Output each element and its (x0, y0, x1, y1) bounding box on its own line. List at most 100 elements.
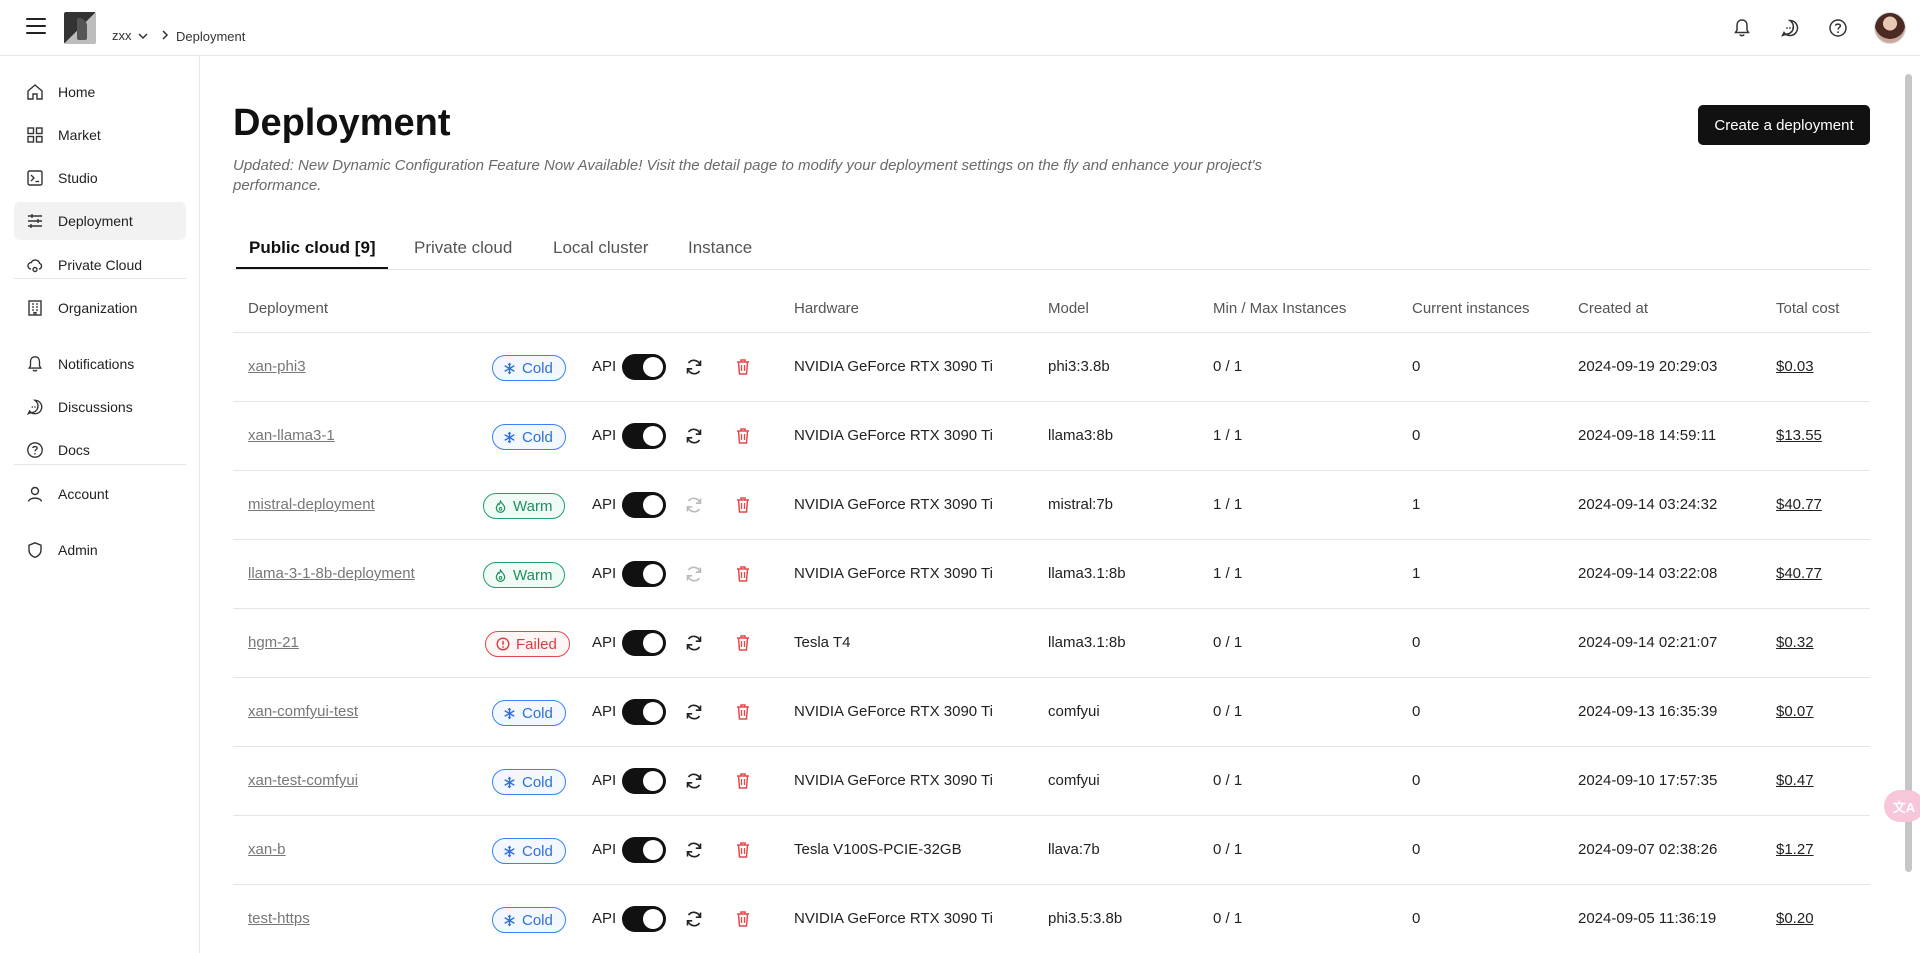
model-cell: comfyui (1048, 703, 1100, 720)
breadcrumb[interactable]: Deployment (176, 29, 245, 44)
help-icon[interactable] (1826, 16, 1850, 40)
api-label: API (592, 427, 617, 444)
api-toggle[interactable] (622, 906, 666, 932)
create-deployment-button[interactable]: Create a deployment (1698, 105, 1870, 145)
deployment-name-link[interactable]: xan-llama3-1 (248, 427, 335, 444)
sidebar-item-deployment[interactable]: Deployment (14, 202, 186, 240)
bell-icon[interactable] (1730, 16, 1754, 40)
trash-icon[interactable] (734, 909, 752, 929)
total-cost-link[interactable]: $1.27 (1776, 841, 1814, 858)
refresh-icon[interactable] (684, 909, 704, 929)
sidebar-item-account[interactable]: Account (14, 475, 186, 513)
trash-icon[interactable] (734, 357, 752, 377)
trash-icon[interactable] (734, 702, 752, 722)
total-cost-link[interactable]: $40.77 (1776, 565, 1822, 582)
sidebar-item-studio[interactable]: Studio (14, 159, 186, 197)
refresh-icon[interactable] (684, 633, 704, 653)
chat-icon[interactable] (1778, 16, 1802, 40)
sidebar-item-discussions[interactable]: Discussions (14, 388, 186, 426)
app-logo[interactable] (64, 12, 96, 44)
deployment-name-link[interactable]: xan-phi3 (248, 358, 306, 375)
api-toggle[interactable] (622, 699, 666, 725)
refresh-icon[interactable] (684, 702, 704, 722)
model-cell: phi3.5:3.8b (1048, 910, 1123, 927)
table-body: xan-phi3 Cold API NVIDIA GeForce RTX 3090 T… (233, 333, 1870, 953)
refresh-icon[interactable] (684, 564, 704, 584)
tab-private-cloud[interactable]: Private cloud (414, 238, 512, 258)
total-cost-link[interactable]: $13.55 (1776, 427, 1822, 444)
instances-cell: 0 / 1 (1213, 358, 1243, 375)
deployment-name-link[interactable]: xan-test-comfyui (248, 772, 358, 789)
total-cost-link[interactable]: $0.20 (1776, 910, 1814, 927)
tab-instance[interactable]: Instance (688, 238, 752, 258)
current-instances-cell: 0 (1412, 703, 1421, 720)
trash-icon[interactable] (734, 840, 752, 860)
refresh-icon[interactable] (684, 771, 704, 791)
deployment-name-link[interactable]: test-https (248, 910, 310, 927)
current-instances-cell: 0 (1412, 634, 1421, 651)
workspace-selector[interactable]: zxx (112, 28, 148, 43)
deployment-name-link[interactable]: llama-3-1-8b-deployment (248, 565, 415, 582)
sidebar-item-label: Home (58, 84, 96, 100)
created-at-cell: 2024-09-19 20:29:03 (1578, 358, 1718, 375)
refresh-icon[interactable] (684, 426, 704, 446)
refresh-icon[interactable] (684, 840, 704, 860)
sidebar-divider (14, 464, 186, 465)
column-header-hardware: Hardware (794, 300, 860, 317)
help-icon (27, 442, 43, 458)
deployment-name-link[interactable]: mistral-deployment (248, 496, 375, 513)
total-cost-link[interactable]: $0.03 (1776, 358, 1814, 375)
trash-icon[interactable] (734, 564, 752, 584)
current-instances-cell: 1 (1412, 565, 1421, 582)
avatar[interactable] (1874, 12, 1906, 44)
table-row: hgm-21 Failed API Tesla T4 llama3.1:8b 0 / 1 0… (233, 609, 1870, 678)
refresh-icon[interactable] (684, 357, 704, 377)
total-cost-link[interactable]: $0.47 (1776, 772, 1814, 789)
sidebar-item-notifications[interactable]: Notifications (14, 345, 186, 383)
total-cost-link[interactable]: $0.07 (1776, 703, 1814, 720)
sidebar-item-market[interactable]: Market (14, 116, 186, 154)
api-toggle[interactable] (622, 561, 666, 587)
deployment-name-link[interactable]: xan-b (248, 841, 286, 858)
deployment-name-link[interactable]: xan-comfyui-test (248, 703, 358, 720)
deployment-name-link[interactable]: hgm-21 (248, 634, 299, 651)
status-label: Cold (522, 704, 553, 722)
translate-button[interactable]: 文A (1884, 790, 1920, 822)
hardware-cell: NVIDIA GeForce RTX 3090 Ti (794, 772, 993, 789)
menu-icon[interactable] (26, 18, 46, 34)
api-toggle[interactable] (622, 492, 666, 518)
model-cell: llama3.1:8b (1048, 634, 1126, 651)
sidebar-item-admin[interactable]: Admin (14, 531, 186, 569)
api-toggle[interactable] (622, 423, 666, 449)
instances-cell: 0 / 1 (1213, 634, 1243, 651)
tab-bar: Public cloud [9] Private cloud Local clu… (233, 230, 1870, 270)
api-toggle[interactable] (622, 768, 666, 794)
scrollbar-thumb[interactable] (1905, 74, 1912, 872)
snowflake-icon (504, 845, 515, 857)
trash-icon[interactable] (734, 771, 752, 791)
refresh-icon[interactable] (684, 495, 704, 515)
update-notice: Updated: New Dynamic Configuration Featu… (233, 157, 1262, 194)
api-toggle[interactable] (622, 630, 666, 656)
sidebar-item-organization[interactable]: Organization (14, 289, 186, 327)
status-label: Warm (513, 566, 553, 584)
tab-local-cluster[interactable]: Local cluster (553, 238, 648, 258)
api-toggle[interactable] (622, 837, 666, 863)
created-at-cell: 2024-09-05 11:36:19 (1578, 910, 1717, 927)
chat-icon (26, 399, 43, 415)
building-icon (28, 300, 42, 316)
alert-circle-icon (496, 637, 510, 651)
total-cost-link[interactable]: $40.77 (1776, 496, 1822, 513)
total-cost-link[interactable]: $0.32 (1776, 634, 1814, 651)
tab-public-cloud[interactable]: Public cloud [9] (249, 238, 376, 258)
deployments-table: Deployment Hardware Model Min / Max Inst… (233, 287, 1870, 953)
sidebar-item-home[interactable]: Home (14, 73, 186, 111)
current-instances-cell: 0 (1412, 358, 1421, 375)
column-header-current: Current instances (1412, 300, 1530, 317)
snowflake-icon (504, 431, 515, 443)
trash-icon[interactable] (734, 633, 752, 653)
trash-icon[interactable] (734, 495, 752, 515)
api-toggle[interactable] (622, 354, 666, 380)
snowflake-icon (504, 707, 515, 719)
trash-icon[interactable] (734, 426, 752, 446)
